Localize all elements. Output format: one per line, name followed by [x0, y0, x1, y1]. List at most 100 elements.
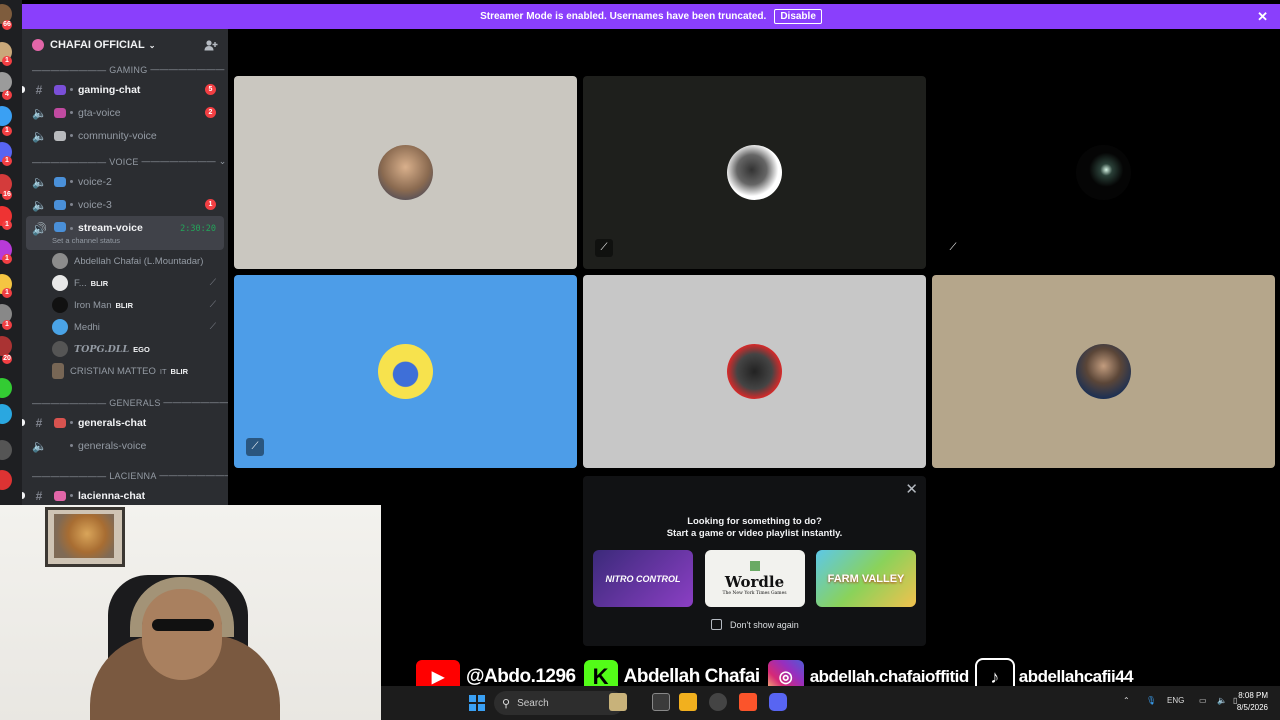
mention-badge: 1: [2, 254, 12, 264]
channel-name: generals-voice: [78, 439, 147, 452]
voice-member[interactable]: F... BLIR ⟋: [22, 272, 228, 294]
member-tag: EGO: [133, 344, 150, 354]
voice-member[interactable]: Iron Man BLIR ⟋: [22, 294, 228, 316]
channel-lacienna-chat[interactable]: # lacienna-chat: [22, 484, 228, 505]
channel-name: community-voice: [78, 129, 157, 142]
search-placeholder: Search: [517, 697, 549, 709]
member-name: F...: [74, 277, 87, 289]
category-generals[interactable]: ———————— GENERALS ———————— ⌄: [22, 394, 228, 411]
channel-stream-voice[interactable]: 🔊 stream-voice 2:30:20 Set a channel sta…: [26, 216, 224, 250]
server-icon[interactable]: [0, 470, 12, 490]
category-label: GENERALS: [109, 397, 161, 408]
taskbar-search[interactable]: ⚲ Search: [494, 691, 624, 715]
category-voice[interactable]: ———————— VOICE ———————— ⌄: [22, 153, 228, 170]
webcam-overlay: [0, 505, 381, 720]
disable-streamer-mode-button[interactable]: Disable: [774, 9, 822, 24]
unread-indicator: [22, 492, 25, 499]
category-label: ———————— ⌄: [147, 64, 228, 74]
language-indicator[interactable]: ENG: [1167, 696, 1184, 705]
add-member-icon[interactable]: [204, 39, 218, 51]
close-icon[interactable]: ✕: [905, 480, 918, 498]
channel-voice-2[interactable]: 🔈 voice-2: [22, 170, 228, 193]
member-name: Iron Man: [74, 299, 112, 311]
channel-generals-chat[interactable]: # generals-chat: [22, 411, 228, 434]
muted-mic-icon: ⟋: [246, 438, 264, 456]
muted-mic-icon: ⟋: [209, 321, 216, 331]
server-header[interactable]: CHAFAI OFFICIAL ⌄: [22, 29, 228, 61]
separator-dot: [70, 88, 73, 91]
avatar: [52, 363, 64, 379]
close-icon[interactable]: ✕: [1257, 9, 1268, 25]
speaker-icon: 🔈: [32, 105, 47, 120]
separator-dot: [70, 421, 73, 424]
activity-card[interactable]: Wordle The New York Times Games: [704, 550, 805, 607]
set-channel-status-link[interactable]: Set a channel status: [52, 236, 120, 245]
activity-card[interactable]: NITRO CONTROL: [593, 550, 693, 607]
channel-name: voice-3: [78, 198, 112, 211]
channel-voice-3[interactable]: 🔈 voice-3 1: [22, 193, 228, 216]
category-label: ————————: [32, 397, 110, 408]
windows-start-icon[interactable]: [469, 695, 485, 711]
checkbox[interactable]: [711, 619, 722, 630]
channel-gaming-chat[interactable]: # gaming-chat 5: [22, 78, 228, 101]
voice-member[interactable]: CRISTIAN MATTEO IT BLIR: [22, 360, 228, 382]
category-label: VOICE: [109, 156, 139, 167]
separator-dot: [70, 111, 73, 114]
discord-icon[interactable]: [769, 693, 787, 711]
steam-icon[interactable]: [709, 693, 727, 711]
mention-badge: 16: [2, 190, 12, 200]
file-explorer-icon[interactable]: [679, 693, 697, 711]
channel-community-voice[interactable]: 🔈 community-voice: [22, 124, 228, 147]
participant-tile[interactable]: ⟋: [583, 76, 926, 269]
channel-sidebar: CHAFAI OFFICIAL ⌄ ———————— GAMING ——————…: [22, 29, 228, 505]
channel-gta-voice[interactable]: 🔈 gta-voice 2: [22, 101, 228, 124]
participant-tile[interactable]: [932, 275, 1275, 468]
voice-member[interactable]: Abdellah Chafai (L.Mountadar): [22, 250, 228, 272]
system-clock[interactable]: 8:08 PM 8/5/2026: [1237, 690, 1268, 714]
task-view-icon[interactable]: [652, 693, 670, 711]
chevron-up-icon[interactable]: ⌃: [1123, 696, 1130, 705]
muted-mic-icon: ⟋: [209, 277, 216, 287]
voice-member[interactable]: Medhi ⟋: [22, 316, 228, 338]
participant-tile[interactable]: [234, 76, 577, 269]
server-icon[interactable]: [0, 72, 12, 92]
avatar: [727, 344, 782, 399]
category-label: ————————: [32, 64, 110, 75]
channel-name: gaming-chat: [78, 83, 141, 96]
speaker-icon: 🔈: [32, 128, 47, 143]
sunglasses: [152, 619, 214, 631]
microphone-icon[interactable]: 🎙: [1146, 696, 1156, 705]
server-icon[interactable]: [0, 336, 12, 356]
dont-show-again-checkbox[interactable]: Don't show again: [711, 619, 799, 630]
category-gaming[interactable]: ———————— GAMING ———————— ⌄: [22, 61, 228, 78]
network-icon[interactable]: ▭: [1199, 696, 1207, 705]
activity-card[interactable]: FARM VALLEY: [816, 550, 916, 607]
search-icon: ⚲: [502, 697, 511, 710]
speaker-live-icon: 🔊: [32, 222, 47, 236]
activity-title-line: Start a game or video playlist instantly…: [666, 528, 843, 539]
lion-image: [54, 514, 114, 558]
member-name: CRISTIAN MATTEO: [70, 365, 156, 377]
participant-tile[interactable]: [583, 275, 926, 468]
activity-card-label: Wordle: [724, 573, 785, 591]
server-icon[interactable]: [0, 404, 12, 424]
mention-badge: 1: [205, 199, 216, 210]
participant-tile[interactable]: ⟋: [932, 76, 1275, 269]
speaker-emoji-icon: [54, 176, 66, 187]
gamepad-icon: [54, 84, 66, 95]
volume-icon[interactable]: 🔈: [1217, 696, 1227, 705]
channel-generals-voice[interactable]: 🔈 generals-voice: [22, 434, 228, 457]
server-icon[interactable]: [0, 378, 12, 398]
widget-icon[interactable]: [609, 693, 627, 711]
member-suffix: IT: [159, 366, 167, 376]
brave-icon[interactable]: [739, 693, 757, 711]
voice-member[interactable]: TOPG.DLL EGO: [22, 338, 228, 360]
car-icon: [54, 107, 66, 118]
mention-badge: 5: [205, 84, 216, 95]
category-label: ————————: [32, 156, 110, 167]
server-icon[interactable]: [0, 106, 12, 126]
participant-tile[interactable]: ⟋: [234, 275, 577, 468]
social-handle: Abdellah Chafai: [623, 666, 761, 687]
category-lacienna[interactable]: ———————— LACIENNA ———————— ⌄: [22, 467, 228, 484]
server-icon[interactable]: [0, 440, 12, 460]
